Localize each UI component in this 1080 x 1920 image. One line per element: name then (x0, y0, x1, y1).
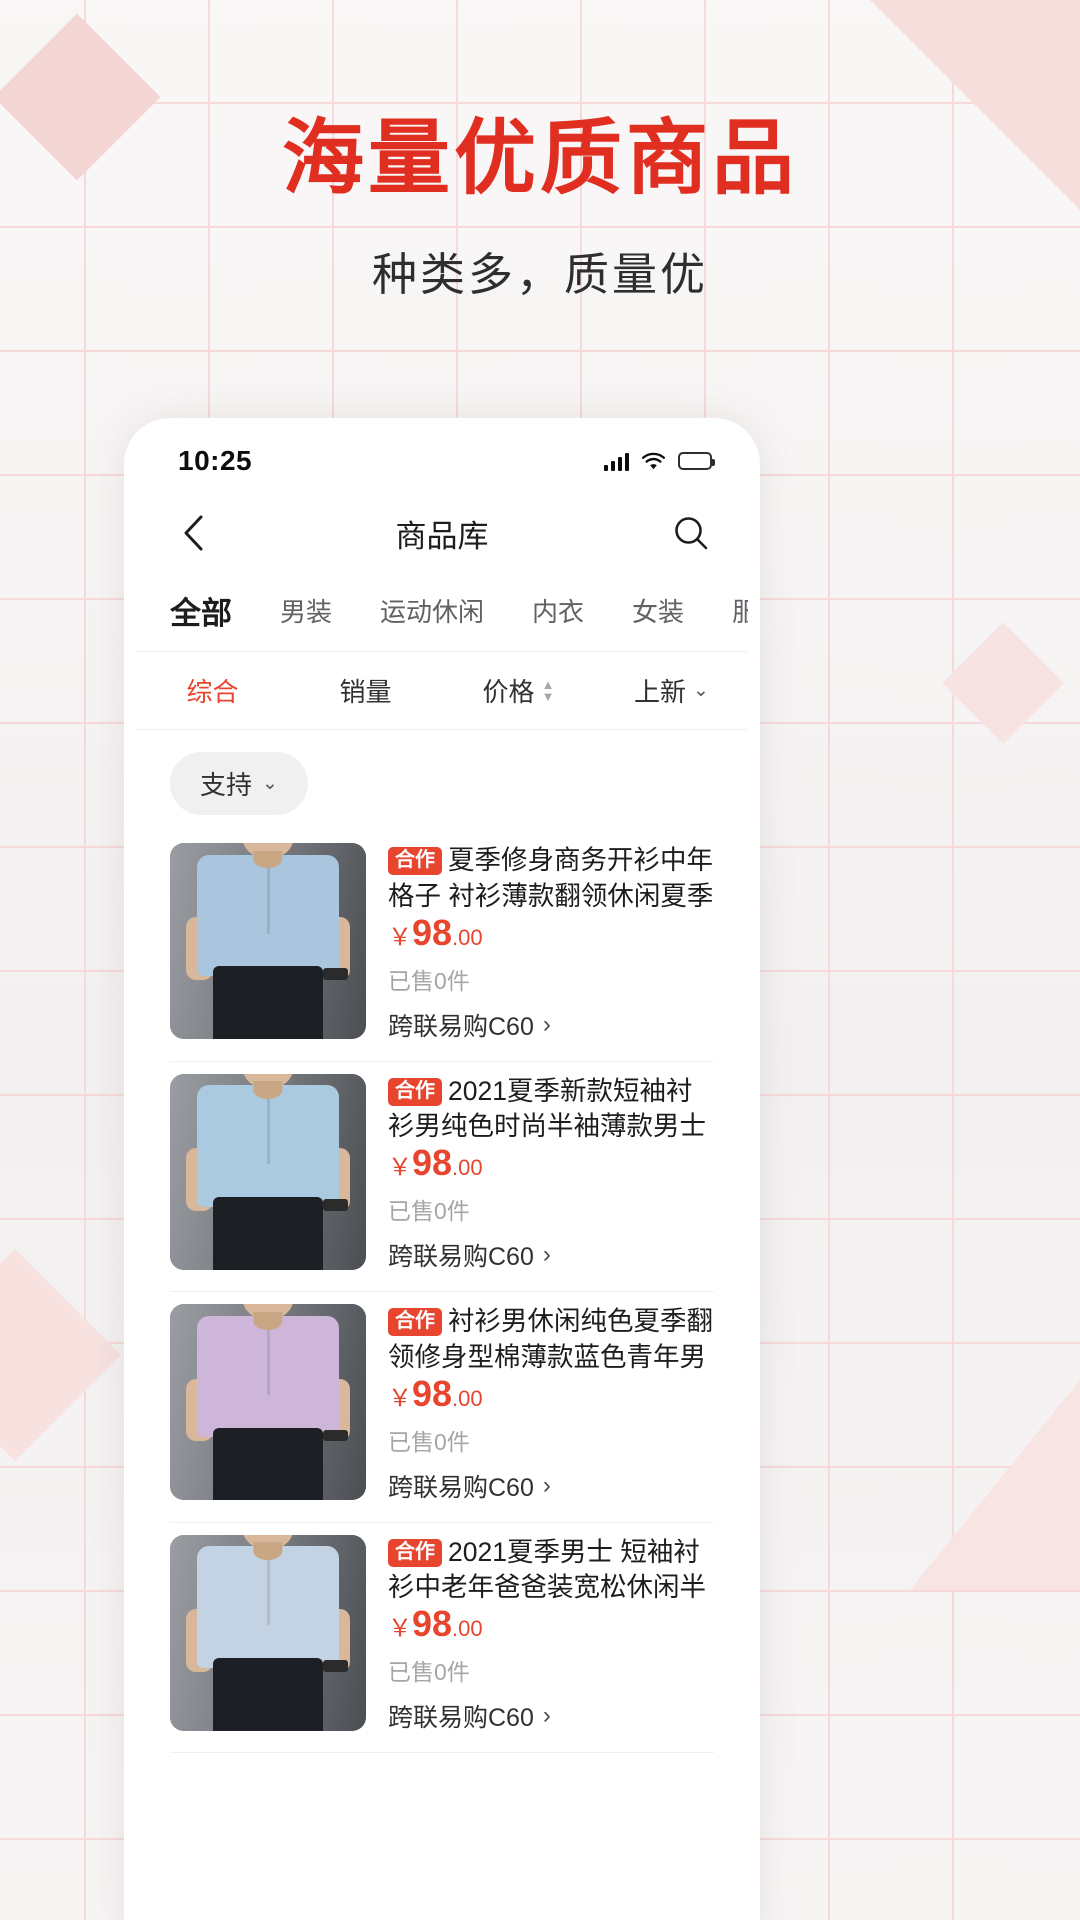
chevron-left-icon (184, 515, 203, 551)
category-tab-sports[interactable]: 运动休闲 (380, 592, 484, 629)
filter-chip-support[interactable]: 支持 ⌄ (170, 752, 308, 815)
sort-option-comprehensive[interactable]: 综合 (136, 672, 289, 709)
sort-updown-icon: ▲ ▼ (541, 677, 555, 704)
navigation-bar: 商品库 (136, 492, 748, 574)
category-tab-bar[interactable]: 全部 男装 运动休闲 内衣 女装 服饰配 (136, 574, 748, 652)
status-bar-time: 10:25 (178, 445, 253, 476)
price-decimal: .00 (452, 924, 483, 950)
back-button[interactable] (170, 510, 216, 556)
product-title: 合作衬衫男休闲纯色夏季翻领修身型棉薄款蓝色青年男式衬衣 (388, 1304, 714, 1376)
product-list: 合作夏季修身商务开衫中年格子 衬衫薄款翻领休闲夏季衬衣男 ￥98.00 已售0件… (136, 831, 748, 1754)
chevron-right-icon: › (542, 1702, 551, 1730)
product-price: ￥98.00 (388, 1372, 714, 1414)
chevron-right-icon: › (542, 1241, 551, 1269)
cooperation-badge: 合作 (388, 1077, 442, 1106)
cooperation-badge: 合作 (388, 1538, 442, 1567)
sort-option-new[interactable]: 上新 ⌄ (595, 672, 748, 709)
product-shop-name: 跨联易购C60 (388, 1704, 534, 1733)
price-integer: 98 (412, 1603, 453, 1645)
price-integer: 98 (412, 1372, 453, 1414)
product-sold-count: 已售0件 (388, 1659, 470, 1686)
page-title: 商品库 (395, 518, 489, 554)
product-sold-count: 已售0件 (388, 1198, 470, 1225)
category-tab-all[interactable]: 全部 (170, 588, 232, 633)
sort-option-sales[interactable]: 销量 (289, 672, 442, 709)
price-symbol: ￥ (388, 1615, 412, 1643)
promo-headline-sub: 种类多，质量优 (371, 249, 708, 300)
chevron-right-icon: › (542, 1471, 551, 1499)
chevron-down-icon: ⌄ (262, 773, 278, 794)
status-bar-icons: ⚡ (603, 452, 715, 471)
search-button[interactable] (668, 510, 714, 556)
signal-bars-icon (603, 452, 629, 471)
price-symbol: ￥ (388, 923, 412, 951)
price-decimal: .00 (452, 1616, 483, 1642)
decorative-triangle (910, 1380, 1080, 1590)
price-integer: 98 (412, 911, 453, 953)
filter-chip-label: 支持 (200, 770, 253, 800)
product-sold-count: 已售0件 (388, 967, 470, 994)
product-list-item[interactable]: 合作2021夏季男士 短袖衬衫中老年爸爸装宽松休闲半袖上衣 ￥98.00 已售0… (170, 1523, 714, 1754)
promo-headline-main: 海量优质商品 (281, 113, 798, 204)
product-shop-link[interactable]: 跨联易购C60 › (388, 1007, 714, 1043)
promo-headline-block: 海量优质商品 种类多，质量优 (0, 0, 1080, 303)
phone-screen: 10:25 ⚡ 商品库 全部 男装 运动休闲 内衣 女装 综合 销量 价格 ▲ … (136, 430, 748, 1920)
product-price: ￥98.00 (388, 1606, 714, 1642)
product-sold-count: 已售0件 (388, 1428, 470, 1455)
price-decimal: .00 (452, 1385, 483, 1411)
cooperation-badge: 合作 (388, 847, 442, 875)
product-shop-name: 跨联易购C60 (388, 1473, 534, 1502)
sort-option-label: 销量 (339, 677, 392, 707)
product-list-item[interactable]: 合作夏季修身商务开衫中年格子 衬衫薄款翻领休闲夏季衬衣男 ￥98.00 已售0件… (170, 831, 714, 1062)
product-shop-link[interactable]: 跨联易购C60 › (388, 1698, 714, 1734)
search-icon (675, 517, 708, 550)
sort-bar[interactable]: 综合 销量 价格 ▲ ▼ 上新 ⌄ (136, 652, 748, 730)
phone-mockup: 10:25 ⚡ 商品库 全部 男装 运动休闲 内衣 女装 综合 销量 价格 ▲ … (124, 418, 760, 1920)
status-bar: 10:25 ⚡ (136, 430, 748, 492)
product-price: ￥98.00 (388, 911, 714, 953)
product-thumbnail[interactable] (170, 1534, 366, 1731)
product-info: 合作衬衫男休闲纯色夏季翻领修身型棉薄款蓝色青年男式衬衣 ￥98.00 已售0件 … (388, 1304, 714, 1504)
sort-option-label: 价格 (482, 677, 535, 707)
product-shop-name: 跨联易购C60 (388, 1012, 534, 1041)
cooperation-badge: 合作 (388, 1308, 442, 1337)
price-integer: 98 (412, 1142, 453, 1184)
chevron-down-icon: ⌄ (693, 680, 709, 701)
category-tab-underwear[interactable]: 内衣 (532, 592, 584, 629)
product-title: 合作2021夏季男士 短袖衬衫中老年爸爸装宽松休闲半袖上衣 (388, 1535, 714, 1607)
product-title: 合作夏季修身商务开衫中年格子 衬衫薄款翻领休闲夏季衬衣男 (388, 843, 714, 915)
sort-option-label: 上新 (634, 677, 687, 707)
product-price: ￥98.00 (388, 1145, 714, 1181)
price-symbol: ￥ (388, 1154, 412, 1182)
product-info: 合作夏季修身商务开衫中年格子 衬衫薄款翻领休闲夏季衬衣男 ￥98.00 已售0件… (388, 843, 714, 1043)
category-tab-womenswear[interactable]: 女装 (632, 592, 684, 629)
price-decimal: .00 (452, 1155, 483, 1181)
grid-line-horizontal (0, 350, 1080, 352)
product-list-item[interactable]: 合作2021夏季新款短袖衬衫男纯色时尚半袖薄款男士帅气衬衣 ￥98.00 已售0… (170, 1062, 714, 1293)
product-list-item[interactable]: 合作衬衫男休闲纯色夏季翻领修身型棉薄款蓝色青年男式衬衣 ￥98.00 已售0件 … (170, 1292, 714, 1523)
product-thumbnail[interactable] (170, 843, 366, 1039)
sort-option-price[interactable]: 价格 ▲ ▼ (442, 672, 595, 709)
product-shop-name: 跨联易购C60 (388, 1243, 534, 1272)
battery-charging-icon: ⚡ (678, 452, 715, 470)
product-title: 合作2021夏季新款短袖衬衫男纯色时尚半袖薄款男士帅气衬衣 (388, 1074, 714, 1146)
category-tab-accessories[interactable]: 服饰配 (732, 592, 748, 629)
chevron-right-icon: › (542, 1010, 551, 1038)
product-thumbnail[interactable] (170, 1073, 366, 1270)
product-info: 合作2021夏季男士 短袖衬衫中老年爸爸装宽松休闲半袖上衣 ￥98.00 已售0… (388, 1535, 714, 1735)
wifi-icon (641, 452, 666, 471)
category-tab-menswear[interactable]: 男装 (280, 592, 332, 629)
price-symbol: ￥ (388, 1384, 412, 1412)
product-thumbnail[interactable] (170, 1304, 366, 1501)
sort-option-label: 综合 (186, 677, 239, 707)
product-shop-link[interactable]: 跨联易购C60 › (388, 1237, 714, 1273)
filter-row: 支持 ⌄ (136, 730, 748, 831)
product-info: 合作2021夏季新款短袖衬衫男纯色时尚半袖薄款男士帅气衬衣 ￥98.00 已售0… (388, 1074, 714, 1274)
product-shop-link[interactable]: 跨联易购C60 › (388, 1468, 714, 1504)
